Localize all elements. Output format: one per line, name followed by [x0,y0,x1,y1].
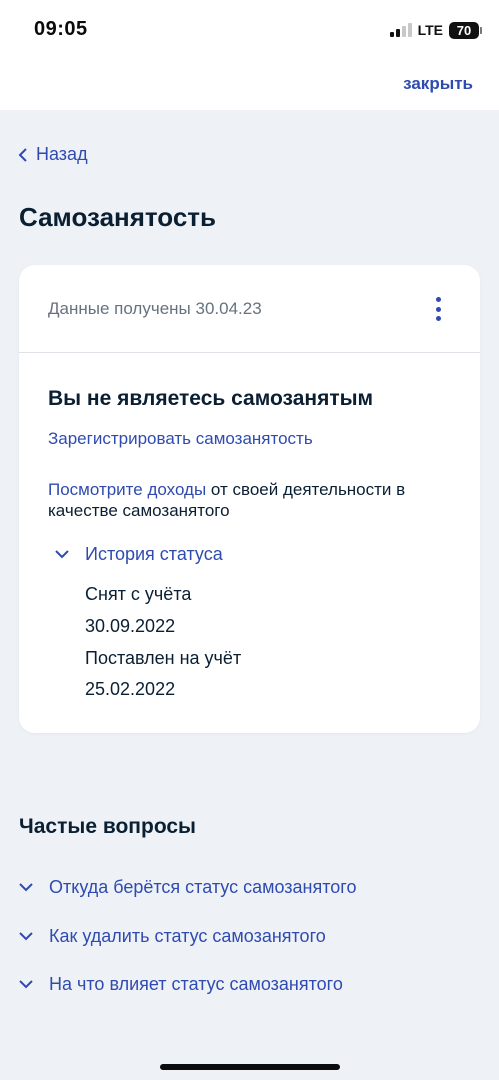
card-header: Данные получены 30.04.23 [19,265,480,353]
network-type: LTE [417,22,443,38]
history-date: 30.09.2022 [85,616,176,636]
status-history-toggle[interactable]: История статуса [55,544,223,565]
status-history-label: История статуса [85,544,223,564]
history-status: Снят с учёта [85,584,192,604]
history-status: Поставлен на учёт [85,648,242,668]
self-employment-card: Данные получены 30.04.23 Вы не являетесь… [19,265,480,733]
back-label: Назад [36,144,88,164]
chevron-down-icon [19,883,33,892]
faq-item-label: Откуда берётся статус самозанятого [49,877,357,897]
back-button[interactable]: Назад [18,144,88,165]
home-indicator [160,1064,340,1070]
faq-item-label: Как удалить статус самозанятого [49,926,326,946]
top-bar: закрыть [0,60,499,110]
status-time: 09:05 [34,18,88,40]
income-text: Посмотрите доходы от своей деятельности … [48,479,458,521]
history-date: 25.02.2022 [85,679,176,699]
signal-icon [389,23,412,37]
chevron-down-icon [55,550,69,559]
faq-item-label: На что влияет статус самозанятого [49,974,343,994]
status-bar: 09:05 LTE 70 [0,0,499,60]
faq-item[interactable]: На что влияет статус самозанятого [19,974,343,995]
page-title: Самозанятость [19,202,217,232]
register-self-employment-link[interactable]: Зарегистрировать самозанятость [48,429,313,449]
battery-icon: 70 [449,21,482,39]
kebab-menu-icon[interactable] [434,297,442,321]
faq-item[interactable]: Как удалить статус самозанятого [19,926,326,947]
back-chevron-icon [18,147,27,162]
faq-title: Частые вопросы [19,815,196,838]
close-button[interactable]: закрыть [403,74,473,94]
chevron-down-icon [19,932,33,941]
view-income-link[interactable]: Посмотрите доходы [48,480,206,499]
chevron-down-icon [19,980,33,989]
faq-item[interactable]: Откуда берётся статус самозанятого [19,877,356,898]
status-title: Вы не являетесь самозанятым [48,387,374,410]
status-indicators: LTE 70 [389,20,482,40]
data-received-text: Данные получены 30.04.23 [48,299,262,318]
